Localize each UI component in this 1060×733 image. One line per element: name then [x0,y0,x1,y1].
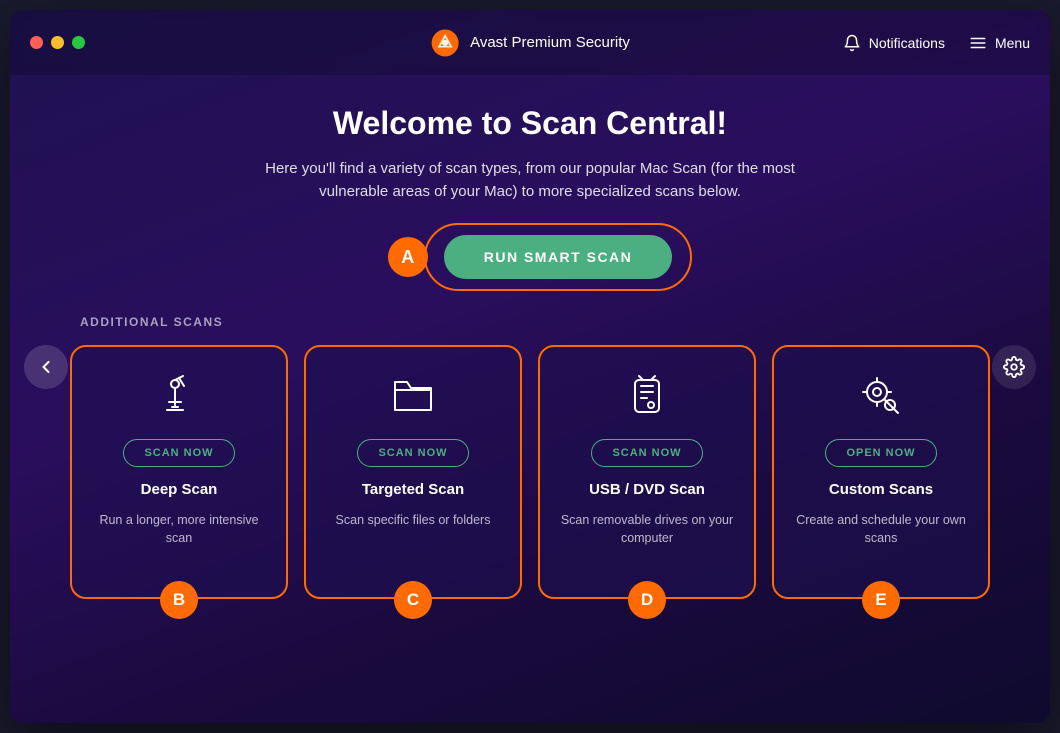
usb-dvd-scan-card[interactable]: SCAN NOW USB / DVD Scan Scan removable d… [538,345,756,599]
run-smart-scan-button[interactable]: RUN SMART SCAN [444,235,673,279]
chevron-left-icon [36,357,56,377]
deep-scan-title: Deep Scan [141,481,218,498]
deep-scan-card[interactable]: SCAN NOW Deep Scan Run a longer, more in… [70,345,288,599]
deep-scan-description: Run a longer, more intensive scan [88,512,270,547]
custom-scans-title: Custom Scans [829,481,933,498]
notifications-label: Notifications [869,35,945,51]
badge-b: B [160,581,198,619]
badge-a: A [388,237,428,277]
microscope-icon [155,371,203,421]
custom-scans-description: Create and schedule your own scans [790,512,972,547]
targeted-scan-description: Scan specific files or folders [336,512,491,530]
main-content: Welcome to Scan Central! Here you'll fin… [10,75,1050,723]
badge-c: C [394,581,432,619]
usb-scan-button[interactable]: SCAN NOW [591,439,702,467]
minimize-button[interactable] [51,36,64,49]
additional-scans-label: ADDITIONAL SCANS [80,315,223,329]
menu-icon [969,34,987,52]
bell-icon [843,34,861,52]
badge-d: D [628,581,666,619]
page-subtitle: Here you'll find a variety of scan types… [230,158,830,203]
back-arrow-button[interactable] [24,345,68,389]
traffic-lights [30,36,85,49]
custom-scans-card[interactable]: OPEN NOW Custom Scans Create and schedul… [772,345,990,599]
app-window: Avast Premium Security Notifications Men… [10,10,1050,723]
menu-button[interactable]: Menu [969,34,1030,52]
app-title: Avast Premium Security [470,34,630,51]
titlebar-center: Avast Premium Security [430,28,630,58]
targeted-scan-title: Targeted Scan [362,481,464,498]
menu-label: Menu [995,35,1030,51]
run-smart-scan-wrapper: RUN SMART SCAN [444,235,673,279]
titlebar: Avast Premium Security Notifications Men… [10,10,1050,75]
avast-logo-icon [430,28,460,58]
targeted-scan-button[interactable]: SCAN NOW [357,439,468,467]
badge-e: E [862,581,900,619]
notifications-button[interactable]: Notifications [843,34,945,52]
maximize-button[interactable] [72,36,85,49]
folder-icon [389,371,437,421]
titlebar-right: Notifications Menu [843,34,1030,52]
targeted-scan-card[interactable]: SCAN NOW Targeted Scan Scan specific fil… [304,345,522,599]
usb-icon [623,371,671,421]
usb-scan-description: Scan removable drives on your computer [556,512,738,547]
page-title: Welcome to Scan Central! [333,105,727,142]
custom-scans-open-button[interactable]: OPEN NOW [825,439,936,467]
gear-search-icon [857,371,905,421]
usb-scan-title: USB / DVD Scan [589,481,705,498]
deep-scan-button[interactable]: SCAN NOW [123,439,234,467]
smart-scan-area: A RUN SMART SCAN [388,235,673,279]
scan-cards-grid: SCAN NOW Deep Scan Run a longer, more in… [70,345,990,599]
close-button[interactable] [30,36,43,49]
